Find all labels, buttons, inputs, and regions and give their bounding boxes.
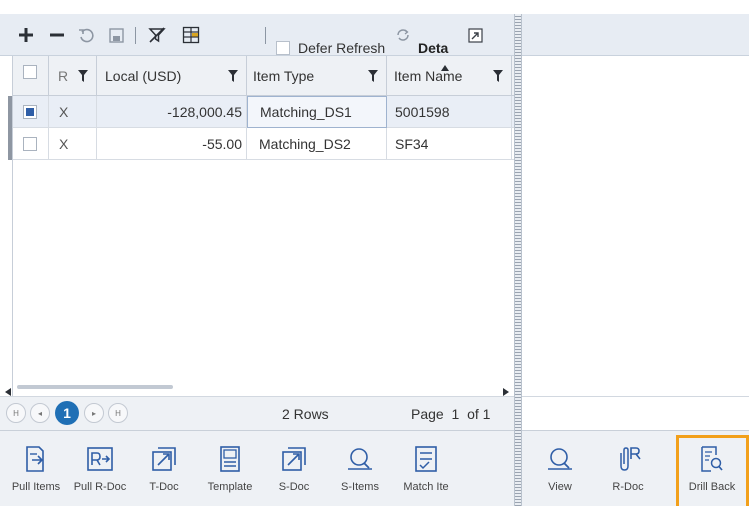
filter-icon[interactable] [368,69,378,85]
column-header-local-usd[interactable]: Local (USD) [97,56,247,96]
left-action-bar: Pull Items Pull R-Doc T-Doc Template S-D… [0,430,514,506]
current-page-button[interactable]: 1 [55,401,79,425]
table-row[interactable]: X -128,000.45 Matching_DS1 5001598 [8,96,519,128]
pop-out-icon[interactable] [464,14,486,56]
pull-rdoc-button[interactable]: Pull R-Doc [68,431,132,506]
row-checkbox[interactable] [23,137,37,151]
refresh-icon[interactable] [392,14,414,56]
view-icon [547,444,573,474]
toolbar-divider [265,27,266,44]
pull-items-label: Pull Items [11,481,61,493]
match-items-icon [415,444,437,474]
tdoc-icon [152,444,176,474]
view-label: View [548,481,572,493]
cell-item-type[interactable]: Matching_DS2 [247,128,387,160]
cell-r[interactable]: X [49,128,97,160]
right-panel-toolbar [522,14,749,56]
pull-rdoc-icon [87,444,113,474]
remove-icon[interactable] [45,14,69,56]
sdoc-label: S-Doc [278,481,310,493]
sdoc-button[interactable]: S-Doc [262,431,326,506]
column-header-item-type[interactable]: Item Type [247,56,387,96]
tdoc-button[interactable]: T-Doc [132,431,196,506]
prev-page-button[interactable]: ◂ [30,403,50,423]
column-header-r-label: R [58,68,69,84]
toolbar-divider [135,27,136,44]
pull-items-button[interactable]: Pull Items [4,431,68,506]
template-label: Template [207,481,253,493]
sitems-label: S-Items [341,481,379,493]
add-icon[interactable] [14,14,38,56]
row-select-cell[interactable] [13,128,49,160]
rdoc-icon [614,444,642,474]
view-button[interactable]: View [528,431,592,506]
filter-icon[interactable] [228,69,238,85]
cell-item-name[interactable]: 5001598 [387,96,512,128]
filter-icon[interactable] [78,69,88,85]
column-header-item-name-label: Item Name [394,68,463,84]
grid-toolbar: Defer Refresh Deta [0,14,520,56]
template-icon [220,444,240,474]
page-info: Page 1 of 1 [411,406,490,422]
panel-splitter[interactable] [514,14,522,506]
column-header-item-type-label: Item Type [253,68,315,84]
rdoc-button[interactable]: R-Doc [596,431,660,506]
match-items-label: Match Ite [403,481,449,493]
horizontal-scrollbar[interactable] [5,382,519,396]
rows-count: 2 Rows [282,406,329,422]
row-indicator [8,96,12,128]
sitems-icon [347,444,373,474]
defer-refresh-label[interactable]: Defer Refresh [298,40,385,56]
pull-items-icon [25,444,47,474]
pull-rdoc-label: Pull R-Doc [73,481,127,493]
column-header-local-usd-label: Local (USD) [105,68,182,84]
drill-back-button[interactable]: Drill Back [680,431,744,506]
tdoc-label: T-Doc [149,481,179,493]
page-of: of 1 [467,406,491,422]
right-action-bar: View R-Doc Drill Back [522,430,749,506]
cell-r[interactable]: X [49,96,97,128]
template-button[interactable]: Template [198,431,262,506]
sort-ascending-icon [441,58,449,74]
clear-filter-icon[interactable] [144,14,170,56]
details-label[interactable]: Deta [418,40,448,56]
filter-icon[interactable] [493,69,503,85]
drill-back-icon [701,444,723,474]
page-label: Page [411,406,444,422]
row-indicator [8,128,12,160]
sdoc-icon [282,444,306,474]
page-number[interactable]: 1 [451,406,459,422]
undo-icon[interactable] [74,14,98,56]
scrollbar-thumb[interactable] [17,385,173,389]
match-items-button[interactable]: Match Ite [394,431,458,506]
save-icon[interactable] [104,14,128,56]
last-page-button[interactable]: H [108,403,128,423]
sitems-button[interactable]: S-Items [328,431,392,506]
cell-item-name[interactable]: SF34 [387,128,512,160]
cell-local-usd[interactable]: -55.00 [97,128,247,160]
select-all-checkbox[interactable] [23,65,37,79]
defer-refresh-checkbox[interactable] [276,41,290,55]
grid-header: R Local (USD) Item Type Item Name [13,56,519,96]
rdoc-label: R-Doc [612,481,644,493]
cell-item-type[interactable]: Matching_DS1 [247,96,387,128]
items-grid: R Local (USD) Item Type Item Name X -128… [5,56,519,396]
right-panel-footer [522,396,749,430]
first-page-button[interactable]: H [6,403,26,423]
column-header-item-name[interactable]: Item Name [387,56,512,96]
pager: H ◂ 1 ▸ H 2 Rows Page 1 of 1 [0,396,520,430]
row-checkbox[interactable] [23,105,37,119]
column-header-r[interactable]: R [49,56,97,96]
drill-back-label: Drill Back [688,481,736,493]
cell-local-usd[interactable]: -128,000.45 [97,96,247,128]
table-row[interactable]: X -55.00 Matching_DS2 SF34 [8,128,519,160]
next-page-button[interactable]: ▸ [84,403,104,423]
column-chooser-icon[interactable] [178,14,204,56]
select-all-header[interactable] [13,56,49,96]
row-select-cell[interactable] [13,96,49,128]
